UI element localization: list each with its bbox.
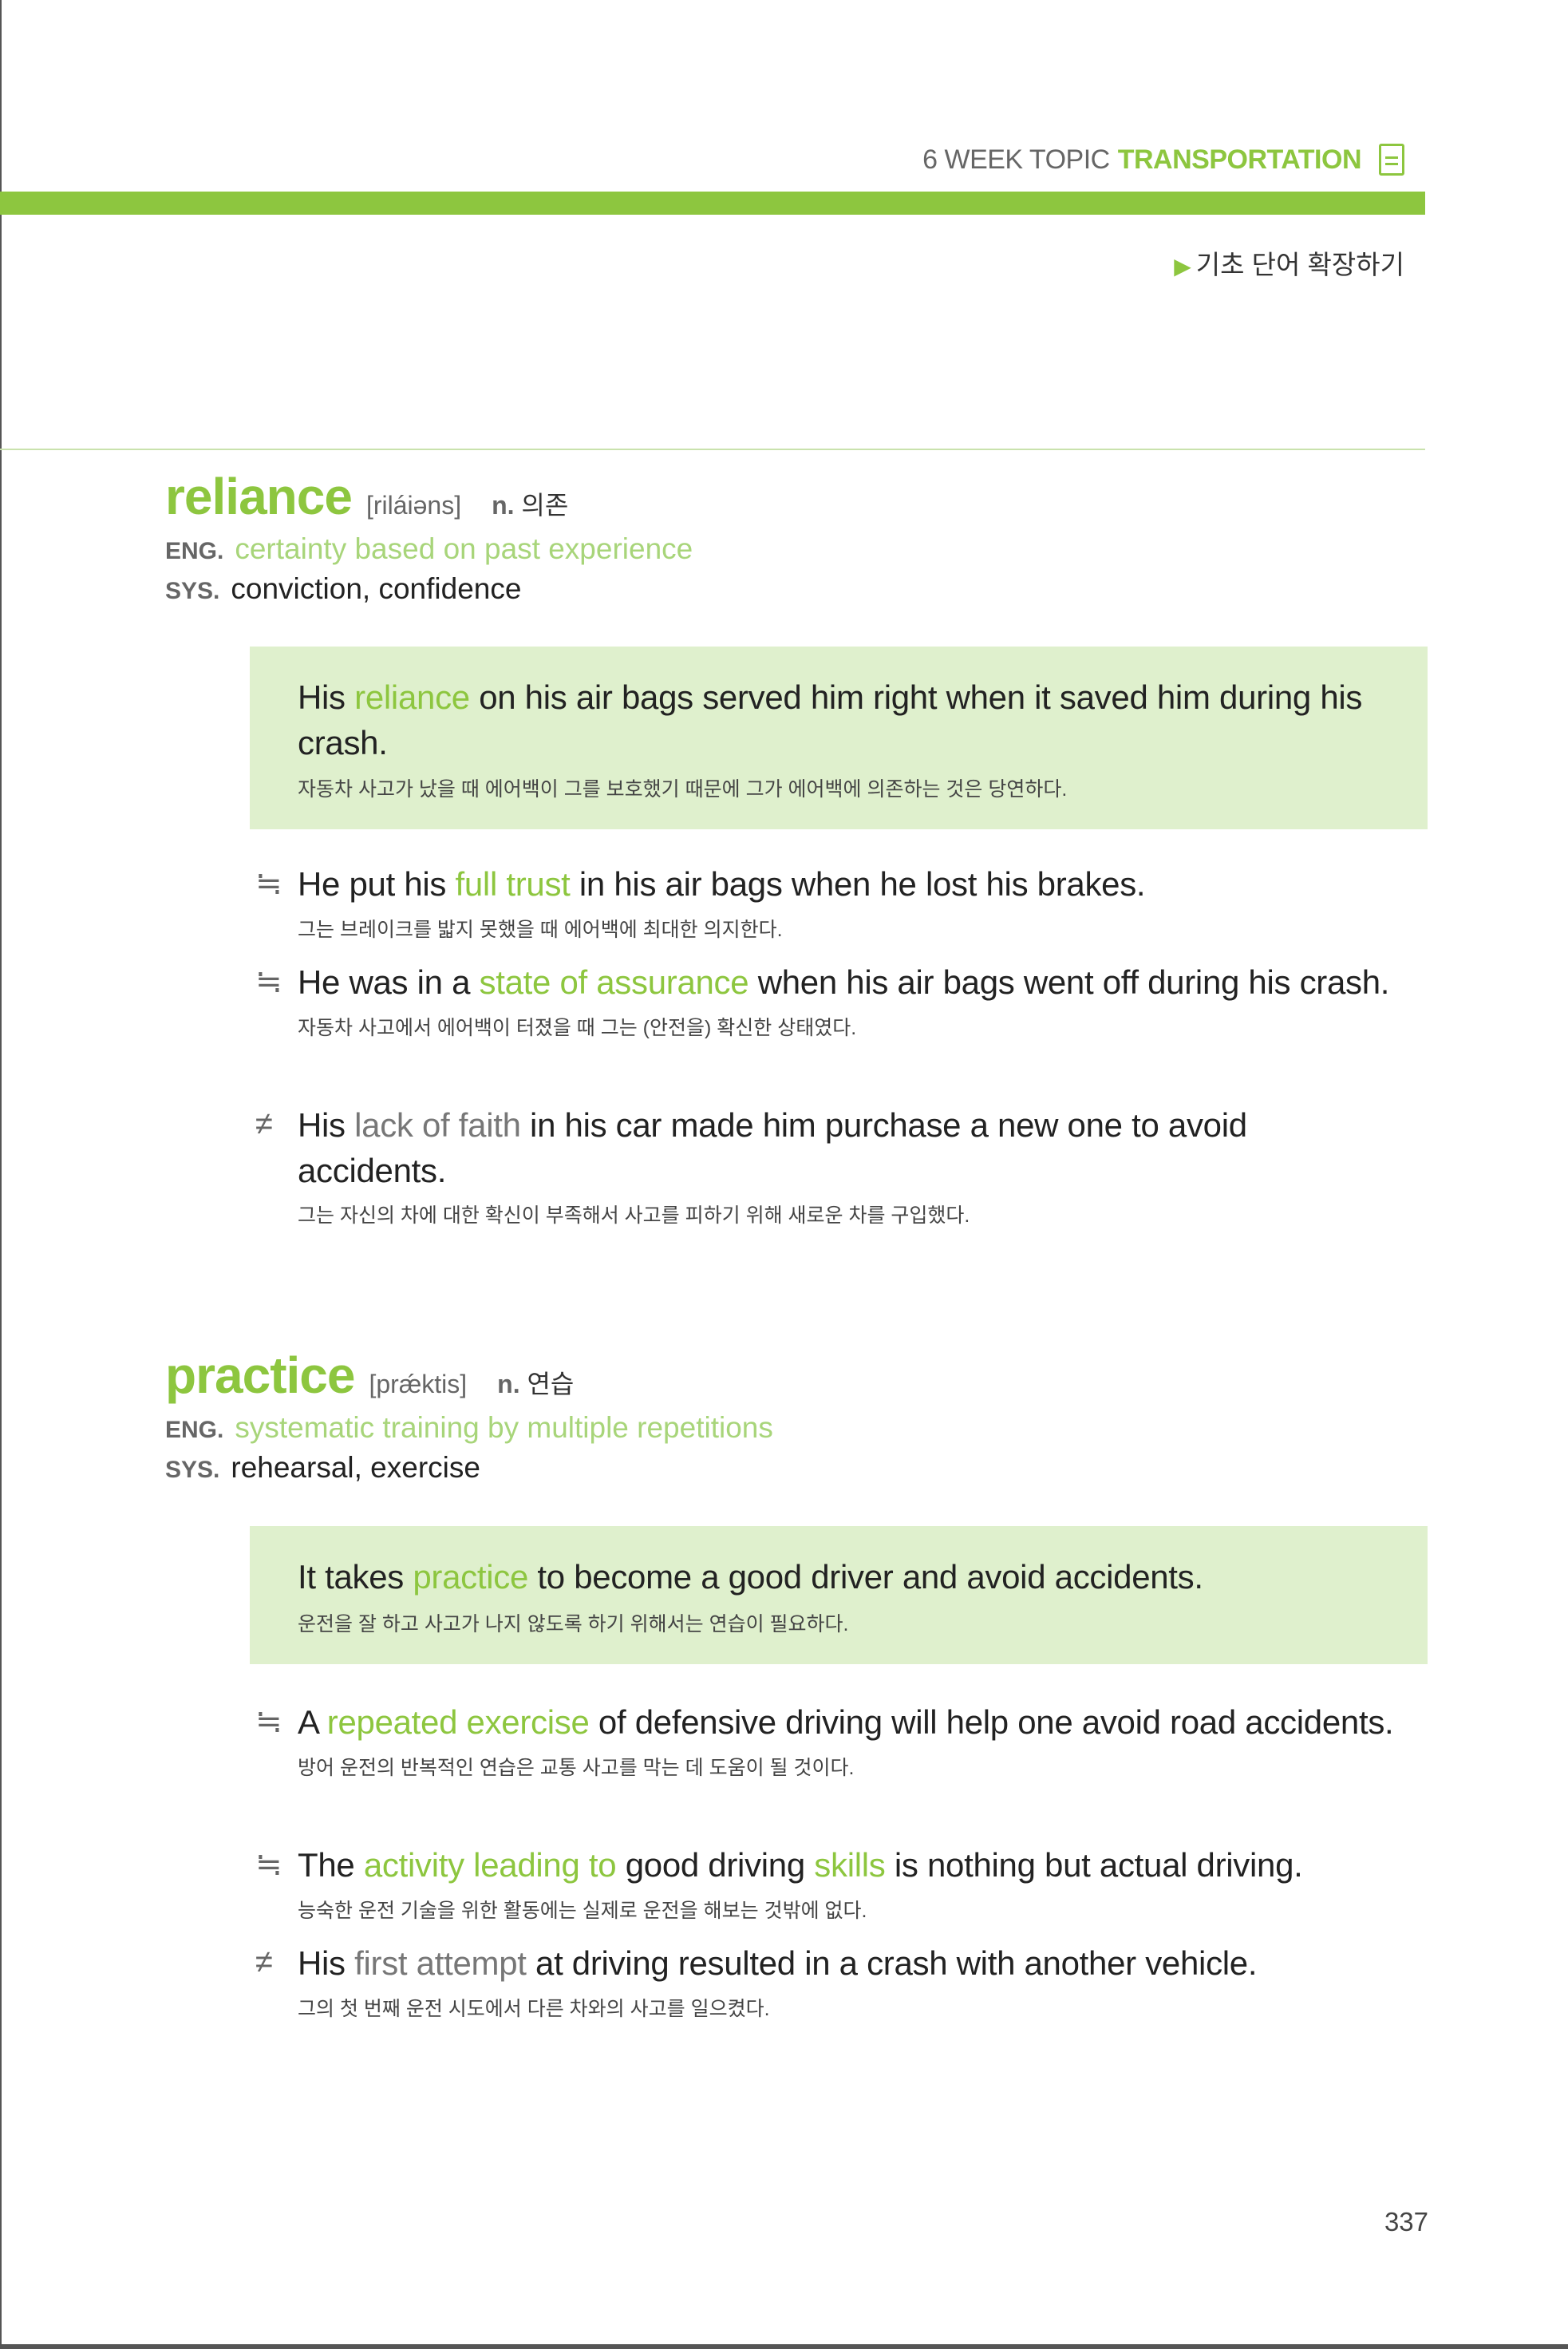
- related-translation: 그는 자신의 차에 대한 확신이 부족해서 사고를 피하기 위해 새로운 차를 …: [298, 1204, 970, 1228]
- related-text: at driving resulted in a crash with anot…: [526, 1944, 1258, 1982]
- korean-meaning: 연습: [527, 1370, 575, 1398]
- synonyms: SYS. conviction, confidence: [165, 572, 1426, 606]
- topic-label: TRANSPORTATION: [1117, 144, 1362, 175]
- page-edge-bottom: [0, 2344, 1568, 2349]
- document-icon: [1379, 144, 1404, 176]
- related-highlight: lack of faith: [354, 1106, 521, 1144]
- related-sentence: ≒ The activity leading to good driving s…: [255, 1843, 1404, 1924]
- related-text: His: [298, 1106, 355, 1144]
- example-text: It takes: [298, 1558, 413, 1596]
- not-equal-icon: ≠: [255, 1106, 273, 1141]
- example-highlight: reliance: [354, 678, 470, 716]
- related-sentence: ≒ A repeated exercise of defensive drivi…: [255, 1700, 1404, 1781]
- example-box: It takes practice to become a good drive…: [250, 1526, 1428, 1664]
- part-of-speech: n. 연습: [497, 1364, 574, 1401]
- related-translation: 능숙한 운전 기술을 위한 활동에는 실제로 운전을 해보는 것밖에 없다.: [298, 1899, 867, 1922]
- related-highlight: activity leading to: [363, 1846, 617, 1884]
- english-definition: ENG. certainty based on past experience: [165, 532, 1426, 566]
- entry-reliance: reliance [riláiəns] n. 의존 ENG. certainty …: [165, 467, 1426, 606]
- example-sentence: It takes practice to become a good drive…: [298, 1555, 1380, 1600]
- pronunciation: [prǽktis]: [369, 1370, 468, 1398]
- subsection-title-text: 기초 단어 확장하기: [1195, 250, 1404, 279]
- not-equal-icon: ≠: [255, 1944, 273, 1979]
- related-text: He put his: [298, 865, 456, 903]
- related-text: when his air bags went off during his cr…: [748, 963, 1390, 1001]
- headword: practice: [165, 1347, 355, 1404]
- triangle-marker-icon: ▶: [1174, 254, 1191, 279]
- related-highlight: state of assurance: [479, 963, 749, 1001]
- pos-label: n.: [497, 1370, 520, 1398]
- related-text: is nothing but actual driving.: [885, 1846, 1303, 1884]
- example-text: His: [298, 678, 355, 716]
- headword-line: practice [prǽktis] n. 연습: [165, 1346, 1426, 1405]
- related-translation: 그는 브레이크를 밟지 못했을 때 에어백에 최대한 의지한다.: [298, 918, 783, 941]
- entry-practice: practice [prǽktis] n. 연습 ENG. systematic …: [165, 1346, 1426, 1485]
- related-translation: 자동차 사고에서 에어백이 터졌을 때 그는 (안전을) 확신한 상태였다.: [298, 1016, 857, 1039]
- english-definition: ENG. systematic training by multiple repe…: [165, 1411, 1426, 1445]
- pronunciation: [riláiəns]: [365, 491, 462, 520]
- related-highlight: full trust: [455, 865, 571, 903]
- eng-text: systematic training by multiple repetiti…: [235, 1411, 773, 1444]
- related-text: of defensive driving will help one avoid…: [589, 1703, 1394, 1741]
- related-text: He was in a: [298, 963, 480, 1001]
- example-translation: 자동차 사고가 났을 때 에어백이 그를 보호했기 때문에 그가 에어백에 의존…: [298, 778, 1068, 801]
- sys-label: SYS.: [165, 1457, 220, 1483]
- eng-label: ENG.: [165, 1417, 224, 1443]
- example-sentence: His reliance on his air bags served him …: [298, 675, 1380, 765]
- part-of-speech: n. 의존: [492, 485, 568, 522]
- related-text: in his air bags when he lost his brakes.: [570, 865, 1146, 903]
- related-sentence: ≠ His lack of faith in his car made him …: [255, 1103, 1404, 1228]
- page-number: 337: [1384, 2207, 1428, 2236]
- related-text: good driving: [616, 1846, 815, 1884]
- synonyms: SYS. rehearsal, exercise: [165, 1451, 1426, 1485]
- related-translation: 방어 운전의 반복적인 연습은 교통 사고를 막는 데 도움이 될 것이다.: [298, 1756, 855, 1779]
- related-translation: 그의 첫 번째 운전 시도에서 다른 차와의 사고를 일으켰다.: [298, 1997, 770, 2020]
- page-edge-left: [0, 0, 2, 2349]
- headword-line: reliance [riláiəns] n. 의존: [165, 467, 1426, 526]
- related-highlight: skills: [814, 1846, 886, 1884]
- approx-equal-icon: ≒: [255, 1847, 282, 1882]
- example-highlight: practice: [413, 1558, 529, 1596]
- eng-text: certainty based on past experience: [235, 532, 693, 565]
- example-translation: 운전을 잘 하고 사고가 나지 않도록 하기 위해서는 연습이 필요하다.: [298, 1612, 849, 1635]
- header-bar: [0, 192, 1425, 215]
- related-english: He put his full trust in his air bags wh…: [298, 862, 1404, 908]
- headword: reliance: [165, 468, 353, 525]
- related-english: He was in a state of assurance when his …: [298, 960, 1404, 1006]
- approx-equal-icon: ≒: [255, 866, 282, 901]
- sys-label: SYS.: [165, 578, 220, 604]
- related-english: His first attempt at driving resulted in…: [298, 1941, 1404, 1987]
- week-label: 6 WEEK TOPIC: [922, 144, 1110, 175]
- sys-text: conviction, confidence: [231, 572, 522, 605]
- sys-text: rehearsal, exercise: [231, 1451, 480, 1484]
- related-sentence: ≒ He put his full trust in his air bags …: [255, 862, 1404, 943]
- section-divider: [0, 449, 1425, 450]
- related-highlight: first attempt: [354, 1944, 527, 1982]
- page-header: 6 WEEK TOPIC TRANSPORTATION: [922, 144, 1404, 176]
- korean-meaning: 의존: [521, 491, 569, 520]
- related-english: The activity leading to good driving ski…: [298, 1843, 1404, 1888]
- pos-label: n.: [492, 491, 515, 520]
- related-text: His: [298, 1944, 355, 1982]
- approx-equal-icon: ≒: [255, 1704, 282, 1739]
- related-english: A repeated exercise of defensive driving…: [298, 1700, 1404, 1746]
- eng-label: ENG.: [165, 538, 224, 564]
- related-sentence: ≠ His first attempt at driving resulted …: [255, 1941, 1404, 2022]
- subsection-title: ▶ 기초 단어 확장하기: [1174, 243, 1404, 282]
- example-text: to become a good driver and avoid accide…: [528, 1558, 1203, 1596]
- approx-equal-icon: ≒: [255, 964, 282, 999]
- related-english: His lack of faith in his car made him pu…: [298, 1103, 1404, 1193]
- related-sentence: ≒ He was in a state of assurance when hi…: [255, 960, 1404, 1041]
- related-text: A: [298, 1703, 327, 1741]
- example-box: His reliance on his air bags served him …: [250, 647, 1428, 830]
- related-highlight: repeated exercise: [326, 1703, 590, 1741]
- related-text: The: [298, 1846, 364, 1884]
